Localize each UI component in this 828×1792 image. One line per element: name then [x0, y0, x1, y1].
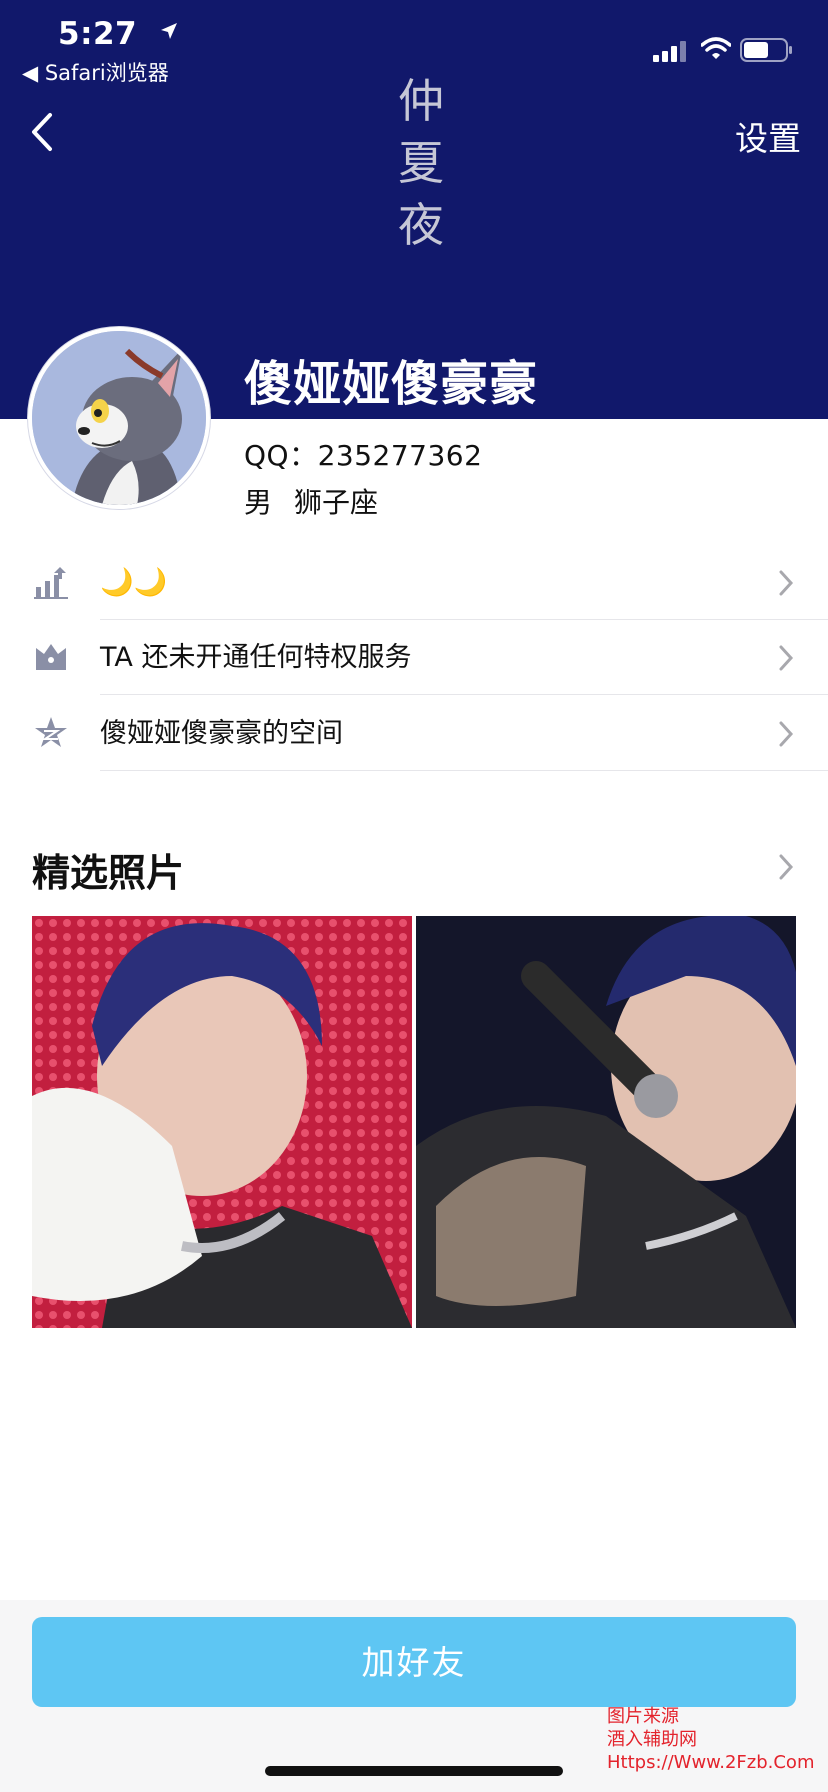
- zodiac: 狮子座: [294, 486, 379, 519]
- cover-char: 夜: [398, 198, 444, 252]
- divider: [100, 694, 828, 695]
- photo-performer-image: [32, 916, 412, 1328]
- gender-zodiac: 男狮子座: [244, 481, 378, 521]
- chevron-right-icon: [779, 721, 794, 747]
- crown-icon: [36, 644, 66, 670]
- cover-calligraphy: 仲 夏 夜: [376, 70, 466, 256]
- chevron-right-icon[interactable]: [778, 853, 794, 881]
- privileges-text: TA 还未开通任何特权服务: [100, 642, 412, 673]
- location-arrow-icon: [161, 23, 177, 39]
- back-chevron-icon[interactable]: [30, 112, 54, 152]
- settings-button[interactable]: 设置: [735, 112, 801, 160]
- divider: [100, 770, 828, 771]
- home-indicator[interactable]: [265, 1766, 563, 1776]
- battery-icon: [740, 38, 792, 62]
- add-friend-button[interactable]: 加好友: [32, 1617, 796, 1707]
- chevron-right-icon: [779, 570, 794, 596]
- featured-photo[interactable]: [416, 916, 796, 1328]
- level-chart-icon: [34, 567, 68, 599]
- chevron-right-icon: [779, 645, 794, 671]
- status-time: 5:27: [58, 16, 138, 52]
- wifi-icon: [701, 37, 731, 59]
- back-to-safari-link[interactable]: ◀ Safari浏览器: [22, 57, 169, 87]
- list-item-privileges[interactable]: TA 还未开通任何特权服务: [0, 620, 828, 695]
- cellular-signal-icon: [653, 41, 686, 62]
- star-icon: [35, 717, 67, 747]
- avatar-cat-image: [32, 331, 206, 505]
- watermark-line: 图片来源: [607, 1706, 679, 1727]
- watermark: 图片来源 酒入辅助网 Https://Www.2Fzb.Com: [607, 1705, 814, 1774]
- qq-number: QQ：235277362: [244, 439, 483, 472]
- gender: 男: [244, 486, 273, 519]
- qzone-text: 傻娅娅傻豪豪的空间: [100, 718, 343, 749]
- list-item-level[interactable]: 🌙🌙: [0, 545, 828, 620]
- watermark-line: 酒入辅助网: [607, 1729, 697, 1750]
- cover-char: 仲: [398, 74, 444, 128]
- list-item-qzone[interactable]: 傻娅娅傻豪豪的空间: [0, 696, 828, 771]
- section-title-photos[interactable]: 精选照片: [32, 842, 184, 897]
- featured-photo[interactable]: [32, 916, 412, 1328]
- nickname: 傻娅娅傻豪豪: [244, 356, 539, 412]
- level-badges: 🌙🌙: [100, 567, 168, 598]
- avatar[interactable]: [28, 327, 210, 509]
- photo-performer-image: [416, 916, 796, 1328]
- cover-char: 夏: [398, 136, 444, 190]
- watermark-line: Https://Www.2Fzb.Com: [607, 1752, 815, 1773]
